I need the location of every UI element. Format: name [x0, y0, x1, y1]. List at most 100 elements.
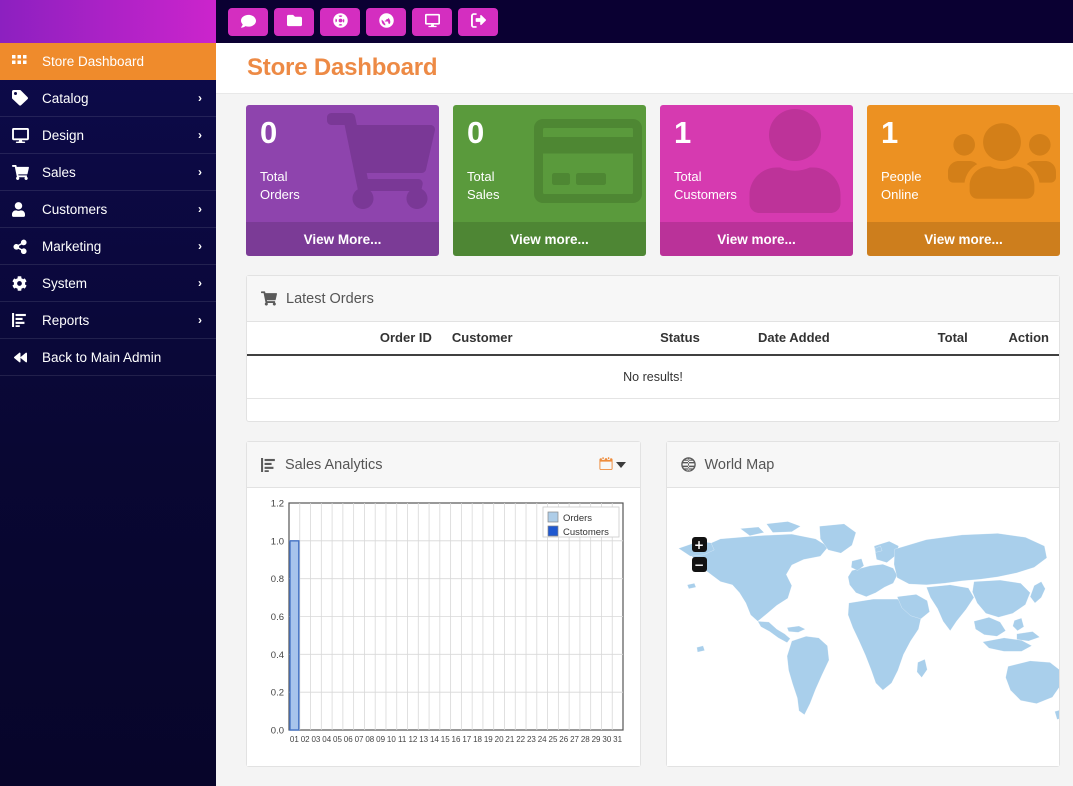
sidebar-item-design[interactable]: Design › [0, 117, 216, 154]
support-button[interactable] [320, 7, 360, 36]
panel-title: Latest Orders [286, 290, 374, 307]
svg-text:08: 08 [365, 735, 374, 744]
tile-view-more-link[interactable]: View more... [660, 222, 853, 256]
tile-label: People Online [881, 169, 922, 202]
svg-text:30: 30 [602, 735, 611, 744]
logo-area[interactable] [0, 0, 216, 43]
sidebar-item-label: Store Dashboard [42, 53, 145, 69]
tile-body: 1 People Online [867, 105, 1060, 222]
column-header-order-id[interactable]: Order ID [247, 322, 442, 356]
sidebar-item-back-to-main-admin[interactable]: Back to Main Admin [0, 339, 216, 376]
svg-text:31: 31 [613, 735, 622, 744]
svg-text:22: 22 [516, 735, 525, 744]
sidebar-item-marketing[interactable]: Marketing › [0, 228, 216, 265]
table-footer [247, 399, 1059, 421]
chart-range-selector[interactable] [598, 455, 626, 475]
sales-analytics-panel: Sales Analytics 0.0 0.2 0.4 0.6 0.8 1.0 1.2 01 0… [246, 441, 641, 767]
panel-body: 0.0 0.2 0.4 0.6 0.8 1.0 1.2 01 02 03 04 05 06 07 08 09 1… [247, 488, 640, 766]
comment-button[interactable] [228, 7, 268, 36]
latest-orders-table: Order ID Customer Status Date Added Tota… [247, 322, 1059, 399]
chart-bar-icon [12, 312, 34, 328]
chevron-right-icon: › [198, 128, 202, 142]
tile-value: 0 [260, 115, 278, 150]
tile-total-orders[interactable]: 0 Total Orders View More... [246, 105, 439, 256]
stat-tile-row: 0 Total Orders View More... 0 Total Sale… [246, 105, 1060, 256]
table-header-row: Order ID Customer Status Date Added Tota… [247, 322, 1059, 356]
chevron-right-icon: › [198, 239, 202, 253]
tile-view-more-link[interactable]: View more... [867, 222, 1060, 256]
storefront-button[interactable] [366, 7, 406, 36]
sidebar-item-label: Sales [42, 164, 76, 180]
panel-header: Latest Orders [247, 276, 1059, 322]
svg-text:19: 19 [484, 735, 493, 744]
chevron-down-icon[interactable] [615, 461, 626, 468]
sidebar-item-label: Design [42, 127, 85, 143]
column-header-customer[interactable]: Customer [441, 322, 580, 356]
column-header-total[interactable]: Total [839, 322, 978, 356]
calendar-icon[interactable] [598, 455, 613, 475]
svg-text:07: 07 [355, 735, 364, 744]
logout-button[interactable] [458, 7, 498, 36]
sidebar-item-customers[interactable]: Customers › [0, 191, 216, 228]
chevron-right-icon: › [198, 276, 202, 290]
tile-value: 1 [674, 115, 692, 150]
svg-text:15: 15 [441, 735, 450, 744]
svg-text:05: 05 [333, 735, 342, 744]
tile-view-more-link[interactable]: View More... [246, 222, 439, 256]
table-body: No results! [247, 355, 1059, 399]
preview-button[interactable] [412, 7, 452, 36]
tile-total-sales[interactable]: 0 Total Sales View more... [453, 105, 646, 256]
sidebar-item-catalog[interactable]: Catalog › [0, 80, 216, 117]
sidebar-item-reports[interactable]: Reports › [0, 302, 216, 339]
svg-text:09: 09 [376, 735, 385, 744]
globe-icon [378, 12, 394, 31]
sales-analytics-chart[interactable]: 0.0 0.2 0.4 0.6 0.8 1.0 1.2 01 02 03 04 05 06 07 08 09 1… [259, 495, 629, 760]
chevron-right-icon: › [198, 165, 202, 179]
svg-text:24: 24 [538, 735, 547, 744]
map-zoom-in-button[interactable]: + [691, 537, 707, 552]
page-header: Store Dashboard [216, 43, 1073, 94]
tag-icon [12, 90, 34, 106]
tile-body: 1 Total Customers [660, 105, 853, 222]
world-map-svg [677, 521, 1059, 720]
tile-view-more-link[interactable]: View more... [453, 222, 646, 256]
world-map-canvas[interactable]: + − [667, 488, 1059, 766]
gear-icon [12, 275, 34, 291]
share-icon [12, 238, 34, 254]
cart-icon [12, 164, 34, 180]
tile-label: Total Customers [674, 169, 737, 202]
svg-text:0.6: 0.6 [271, 612, 284, 623]
files-button[interactable] [274, 7, 314, 36]
svg-text:28: 28 [581, 735, 590, 744]
svg-text:18: 18 [473, 735, 482, 744]
svg-text:20: 20 [495, 735, 504, 744]
svg-text:0.4: 0.4 [271, 650, 284, 661]
comment-icon [240, 13, 256, 31]
chart-bar-icon [261, 457, 276, 472]
tile-label: Total Sales [467, 169, 500, 202]
sidebar-item-label: Catalog [42, 90, 89, 106]
svg-text:04: 04 [322, 735, 331, 744]
svg-text:03: 03 [311, 735, 320, 744]
tile-total-customers[interactable]: 1 Total Customers View more... [660, 105, 853, 256]
svg-text:25: 25 [549, 735, 558, 744]
svg-text:10: 10 [387, 735, 396, 744]
svg-text:12: 12 [408, 735, 417, 744]
svg-text:0.8: 0.8 [271, 574, 284, 585]
grid-icon [12, 53, 34, 69]
svg-text:13: 13 [419, 735, 428, 744]
bottom-panel-row: Sales Analytics 0.0 0.2 0.4 0.6 0.8 1.0 1.2 01 0… [246, 422, 1060, 767]
tile-label: Total Orders [260, 169, 300, 202]
sidebar-item-store-dashboard[interactable]: Store Dashboard [0, 43, 216, 80]
sidebar-item-system[interactable]: System › [0, 265, 216, 302]
svg-text:02: 02 [301, 735, 310, 744]
map-zoom-out-button[interactable]: − [691, 557, 707, 572]
svg-text:Customers: Customers [563, 527, 609, 538]
desktop-icon [424, 13, 440, 31]
tile-people-online[interactable]: 1 People Online View more... [867, 105, 1060, 256]
column-header-action[interactable]: Action [977, 322, 1059, 356]
svg-text:17: 17 [462, 735, 471, 744]
sidebar-item-sales[interactable]: Sales › [0, 154, 216, 191]
column-header-status[interactable]: Status [579, 322, 710, 356]
column-header-date-added[interactable]: Date Added [709, 322, 840, 356]
